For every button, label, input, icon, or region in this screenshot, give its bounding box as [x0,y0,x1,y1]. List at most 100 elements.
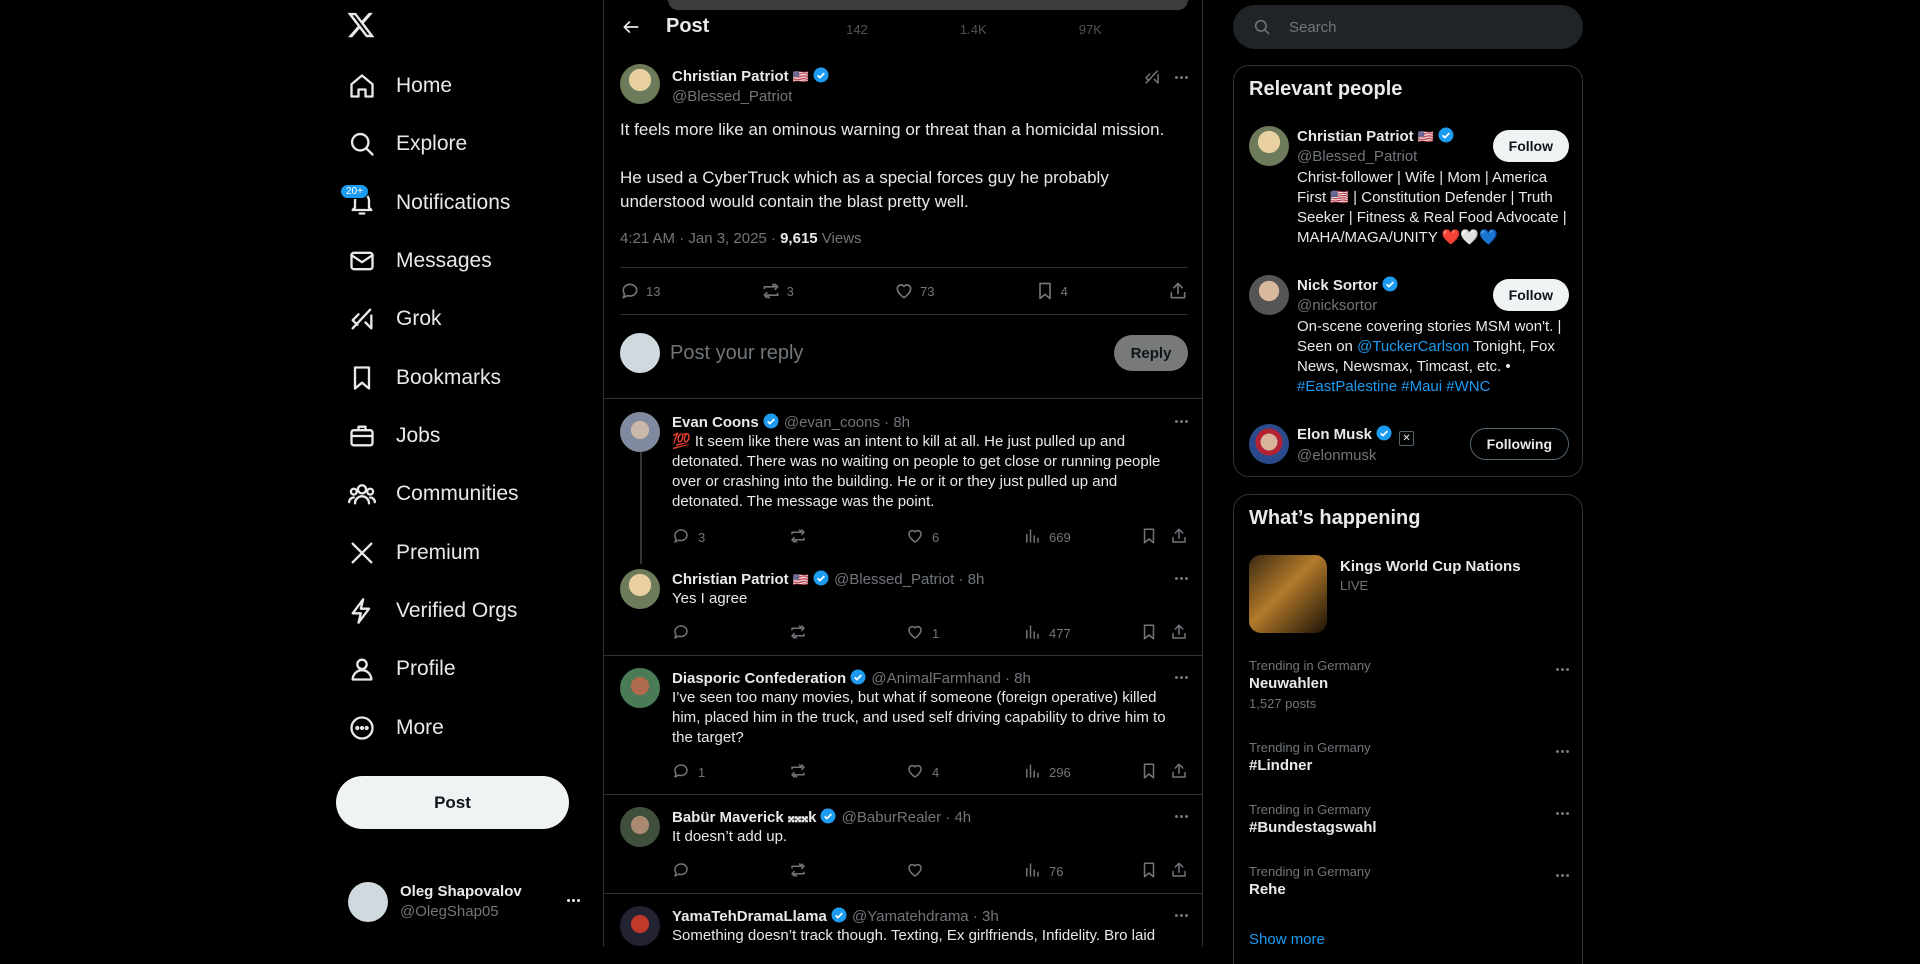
views-action[interactable]: 296 [1023,762,1140,782]
post-time[interactable]: · 8h [1005,670,1031,687]
bio-hashtags-link[interactable]: #EastPalestine #Maui #WNC [1297,378,1490,395]
repost-action[interactable] [789,623,906,643]
author-name[interactable]: YamaTehDramaLlama [672,908,827,925]
trend-item[interactable]: Trending in Germany #Lindner [1249,740,1569,776]
author-name[interactable]: Evan Coons [672,414,759,431]
reply-action[interactable] [672,861,789,881]
author-handle[interactable]: @evan_coons [784,414,880,431]
share-icon[interactable] [1170,762,1188,780]
nav-grok[interactable]: Grok [336,294,442,344]
author-name[interactable]: Babür Maverick 𝄪𝄪𝄪k [672,809,816,826]
share-action[interactable] [1168,279,1188,303]
share-icon[interactable] [1170,861,1188,879]
person-handle[interactable]: @Blessed_Patriot [1297,148,1417,165]
more-dots-icon[interactable] [1556,866,1569,884]
post-timestamp[interactable]: 4:21 AM · Jan 3, 2025 · [620,230,780,247]
avatar[interactable] [620,412,660,452]
nav-more[interactable]: More [336,703,444,753]
repost-action[interactable] [789,527,906,547]
nav-profile[interactable]: Profile [336,644,456,694]
person-name[interactable]: Elon Musk [1297,426,1372,443]
person-handle[interactable]: @nicksortor [1297,297,1377,314]
like-action[interactable]: 1 [906,623,1023,643]
more-dots-icon[interactable] [1175,807,1188,825]
bookmark-icon[interactable] [1140,861,1158,879]
avatar[interactable] [620,64,660,104]
search-bar[interactable] [1233,5,1583,49]
post-time[interactable]: · 4h [945,809,971,826]
avatar[interactable] [1249,275,1289,315]
back-arrow-icon[interactable] [621,17,641,37]
following-button[interactable]: Following [1469,428,1569,460]
avatar[interactable] [1249,424,1289,464]
post-time[interactable]: · 3h [973,908,999,925]
reply-action[interactable]: 3 [672,527,789,547]
account-switcher[interactable]: Oleg Shapovalov @OlegShap05 [336,875,586,929]
author-handle[interactable]: @Blessed_Patriot [672,88,792,105]
bookmark-icon[interactable] [1140,527,1158,545]
nav-messages[interactable]: Messages [336,236,492,286]
avatar[interactable] [620,807,660,847]
share-icon[interactable] [1170,527,1188,545]
share-icon[interactable] [1170,623,1188,641]
avatar[interactable] [620,569,660,609]
more-dots-icon[interactable] [1175,668,1188,686]
author-handle[interactable]: @AnimalFarmhand [871,670,1000,687]
repost-action[interactable] [789,762,906,782]
post-button[interactable]: Post [336,776,569,829]
reply-post[interactable]: Diasporic Confederation @AnimalFarmhand … [620,668,1188,788]
post-time[interactable]: · 8h [884,414,910,431]
repost-action[interactable]: 3 [761,279,794,303]
event-card[interactable]: Kings World Cup Nations LIVE [1249,555,1569,633]
reply-post[interactable]: YamaTehDramaLlama @Yamatehdrama · 3h Som… [620,906,1188,947]
show-more-link[interactable]: Show more [1249,931,1325,948]
avatar[interactable] [1249,126,1289,166]
views-action[interactable]: 669 [1023,527,1140,547]
bio-mention-link[interactable]: @TuckerCarlson [1357,338,1469,355]
follow-button[interactable]: Follow [1492,130,1569,162]
nav-home[interactable]: Home [336,61,452,111]
grok-icon[interactable] [1143,68,1161,86]
trend-item[interactable]: Trending in Germany #Bundestagswahl [1249,802,1569,838]
search-input[interactable] [1289,18,1583,36]
avatar[interactable] [620,906,660,946]
bookmark-icon[interactable] [1140,762,1158,780]
nav-notifications[interactable]: 20+ Notifications [336,178,510,228]
views-action[interactable]: 76 [1023,861,1140,881]
bookmark-action[interactable]: 4 [1035,279,1068,303]
reply-action[interactable] [672,623,789,643]
nav-bookmarks[interactable]: Bookmarks [336,353,501,403]
trend-item[interactable]: Trending in Germany Neuwahlen 1,527 post… [1249,658,1569,712]
x-logo-icon[interactable] [346,10,380,44]
more-dots-icon[interactable] [1175,68,1188,86]
nav-jobs[interactable]: Jobs [336,411,440,461]
bookmark-icon[interactable] [1140,623,1158,641]
person-name[interactable]: Christian Patriot [1297,128,1414,145]
reply-post[interactable]: Christian Patriot 🇺🇸 @Blessed_Patriot · 8… [620,569,1188,649]
more-dots-icon[interactable] [1175,906,1188,924]
like-action[interactable]: 73 [894,279,934,303]
reply-post[interactable]: Evan Coons @evan_coons · 8h 💯 It seem li… [620,412,1188,552]
nav-communities[interactable]: Communities [336,469,519,519]
more-dots-icon[interactable] [1175,412,1188,430]
more-dots-icon[interactable] [567,891,580,909]
trend-item[interactable]: Trending in Germany Rehe [1249,864,1569,900]
nav-verified-orgs[interactable]: Verified Orgs [336,586,517,636]
views-action[interactable]: 477 [1023,623,1140,643]
reply-input[interactable] [670,341,1114,365]
follow-button[interactable]: Follow [1492,279,1569,311]
post-time[interactable]: · 8h [959,571,985,588]
more-dots-icon[interactable] [1175,569,1188,587]
author-handle[interactable]: @BaburRealer [842,809,941,826]
reply-post[interactable]: Babür Maverick 𝄪𝄪𝄪k @BaburRealer · 4h It… [620,807,1188,887]
more-dots-icon[interactable] [1556,660,1569,678]
nav-explore[interactable]: Explore [336,119,467,169]
person-handle[interactable]: @elonmusk [1297,447,1376,464]
author-name[interactable]: Christian Patriot [672,571,789,588]
author-name[interactable]: Diasporic Confederation [672,670,846,687]
author-name[interactable]: Christian Patriot [672,68,789,85]
reply-button[interactable]: Reply [1114,335,1188,371]
more-dots-icon[interactable] [1556,742,1569,760]
like-action[interactable] [906,861,1023,881]
reply-action[interactable]: 1 [672,762,789,782]
